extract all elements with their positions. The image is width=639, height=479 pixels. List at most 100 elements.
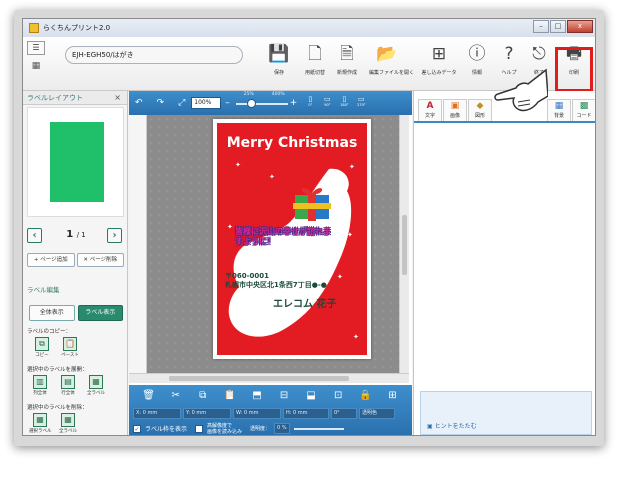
horizontal-scroll-thumb[interactable]	[169, 376, 349, 381]
angle-field[interactable]: 0°	[331, 408, 357, 419]
sparkle-icon: ✦	[239, 319, 245, 327]
vertical-scrollbar[interactable]	[399, 115, 409, 373]
w-field[interactable]: W: 0 mm	[233, 408, 281, 419]
zoom-in-icon[interactable]: +	[290, 98, 298, 108]
lock-icon[interactable]: 🔒	[357, 388, 373, 404]
next-page-button[interactable]: ›	[107, 228, 122, 243]
save-icon: 💾	[268, 44, 290, 64]
copy-object-icon[interactable]: ⧉	[195, 388, 211, 404]
paste-icon: 📋	[63, 337, 77, 351]
zoom-out-icon[interactable]: –	[225, 98, 230, 108]
rotate-0-button[interactable]: ▯ 0°	[303, 95, 317, 111]
expand-column-button[interactable]: ▥ 列全体	[29, 375, 51, 399]
greeting-text[interactable]: 皆様に沢山の幸せが訪れますように！	[235, 227, 335, 247]
view-all-button[interactable]: 全体表示	[29, 305, 75, 321]
undo-icon[interactable]: ↶	[135, 98, 143, 108]
page-indicator: 1 / 1	[61, 229, 91, 240]
canvas-area: ↶ ↷ ⤢ 100% – 25% 400% + ▯ 0° ▭ 90° ▯ 180° ▭…	[129, 91, 412, 435]
address-text[interactable]: 札幌市中央区北1条西7丁目●-●	[225, 280, 327, 290]
tab-image[interactable]: ▣ 画像	[443, 99, 467, 121]
expand-section-label: 選択中のラベルを展開：	[27, 367, 88, 373]
grid-all-icon: ▦	[89, 375, 103, 389]
paste-object-icon[interactable]: 📋	[222, 388, 238, 404]
minimize-button[interactable]: –	[533, 20, 549, 33]
sparkle-icon: ✦	[347, 231, 353, 239]
add-page-button[interactable]: + ページ追加	[27, 253, 75, 267]
copy-button[interactable]: ⧉ コピー	[31, 337, 53, 361]
card-title-text[interactable]: Merry Christmas	[217, 135, 367, 151]
x-field[interactable]: X: 0 mm	[133, 408, 181, 419]
page-actions: + ページ追加 ✕ ページ削除	[27, 253, 124, 267]
close-button[interactable]: x	[567, 20, 593, 33]
prev-page-button[interactable]: ‹	[27, 228, 42, 243]
copy-section-label: ラベルのコピー：	[27, 329, 72, 335]
zoom-max-label: 400%	[271, 92, 285, 97]
collapse-hint-link[interactable]: ▣ ヒントをたたむ	[427, 421, 477, 430]
label-thumbnail[interactable]	[50, 122, 104, 202]
grid-row-icon: ▤	[61, 375, 75, 389]
save-button[interactable]: 💾 保存	[261, 43, 297, 85]
sparkle-icon: ✦	[353, 333, 359, 341]
sparkle-icon: ✦	[227, 223, 233, 231]
zoom-knob[interactable]	[246, 99, 256, 108]
recipient-name-text[interactable]: エレコム 花子	[273, 295, 336, 310]
merge-data-button[interactable]: ⊞ 差し込みデータ	[421, 43, 457, 85]
tab-code[interactable]: ▩ コード	[572, 99, 595, 121]
delete-page-button[interactable]: ✕ ページ削除	[76, 253, 124, 267]
print-highlight-box	[555, 47, 593, 92]
rotate-180-button[interactable]: ▯ 180°	[337, 95, 351, 111]
redo-icon[interactable]: ↷	[157, 98, 165, 108]
design-workspace[interactable]: Merry Christmas 皆様に沢山の幸せが訪れますように！ 〒060-0…	[147, 115, 399, 373]
fit-screen-icon[interactable]: ⤢	[178, 98, 185, 108]
horizontal-scrollbar[interactable]	[129, 373, 409, 383]
tab-text[interactable]: A 文字	[418, 99, 442, 121]
postcard-design: Merry Christmas 皆様に沢山の幸せが訪れますように！ 〒060-0…	[217, 123, 367, 355]
page-navigator: ‹ 1 / 1 ›	[27, 225, 124, 247]
open-file-button[interactable]: 📂 編集ファイルを開く	[369, 43, 414, 85]
window-controls: – □ x	[532, 20, 593, 33]
grid-icon[interactable]: ▦	[29, 61, 43, 73]
show-frame-checkbox[interactable]	[133, 424, 141, 433]
zoom-slider[interactable]: 25% 400%	[235, 92, 288, 109]
rotate-270-button[interactable]: ▭ 270°	[354, 95, 368, 111]
postcard-label[interactable]: Merry Christmas 皆様に沢山の幸せが訪れますように！ 〒060-0…	[213, 119, 371, 359]
send-back-icon[interactable]: ⬓	[303, 388, 319, 404]
tab-background[interactable]: ▦ 背景	[547, 99, 571, 121]
transparency-value[interactable]: 0 %	[274, 423, 290, 434]
transparent-color-button[interactable]: 透明色	[359, 408, 395, 419]
properties-icon[interactable]: ⊞	[384, 388, 400, 404]
align-icon[interactable]: ⊟	[276, 388, 292, 404]
delete-all-button[interactable]: ▦ 全ラベル	[57, 413, 79, 435]
rotate-0-label: 0°	[308, 103, 313, 107]
new-file-label: 新規作成	[336, 70, 357, 76]
delete-page-label: ページ削除	[89, 257, 118, 263]
grid-column-icon: ▥	[33, 375, 47, 389]
bring-front-icon[interactable]: ⬒	[249, 388, 265, 404]
menu-button[interactable]: ☰	[27, 41, 45, 55]
window-title: らくちんプリント2.0	[43, 24, 111, 32]
y-field[interactable]: Y: 0 mm	[183, 408, 231, 419]
paste-button[interactable]: 📋 ペースト	[59, 337, 81, 361]
view-label-button[interactable]: ラベル表示	[77, 305, 123, 321]
delete-selected-button[interactable]: ▦ 選択ラベル	[29, 413, 52, 435]
rotate-90-label: 90°	[324, 103, 331, 107]
panel-close-icon[interactable]: ×	[114, 91, 121, 105]
hi-res-checkbox[interactable]	[195, 424, 204, 433]
new-file-button[interactable]: 🗎 新規作成	[329, 43, 365, 85]
rotate-90-button[interactable]: ▭ 90°	[320, 95, 334, 111]
expand-all-button[interactable]: ▦ 全ラベル	[85, 375, 107, 399]
bell-shape[interactable]	[221, 165, 367, 345]
paper-switch-button[interactable]: 🗋 用紙切替	[297, 43, 333, 85]
model-selector[interactable]: EJH-EGH50/はがき	[65, 46, 243, 64]
expand-row-button[interactable]: ▤ 行全体	[57, 375, 79, 399]
maximize-button[interactable]: □	[550, 20, 566, 33]
vertical-scroll-thumb[interactable]	[402, 215, 407, 275]
tab-background-label: 背景	[553, 113, 564, 119]
group-icon[interactable]: ⊡	[330, 388, 346, 404]
cut-icon[interactable]: ✂	[168, 388, 184, 404]
open-file-icon: 📂	[376, 44, 398, 64]
zoom-select[interactable]: 100%	[191, 97, 222, 109]
transparency-slider[interactable]	[293, 427, 344, 430]
h-field[interactable]: H: 0 mm	[283, 408, 329, 419]
delete-icon[interactable]: 🗑	[141, 388, 157, 404]
